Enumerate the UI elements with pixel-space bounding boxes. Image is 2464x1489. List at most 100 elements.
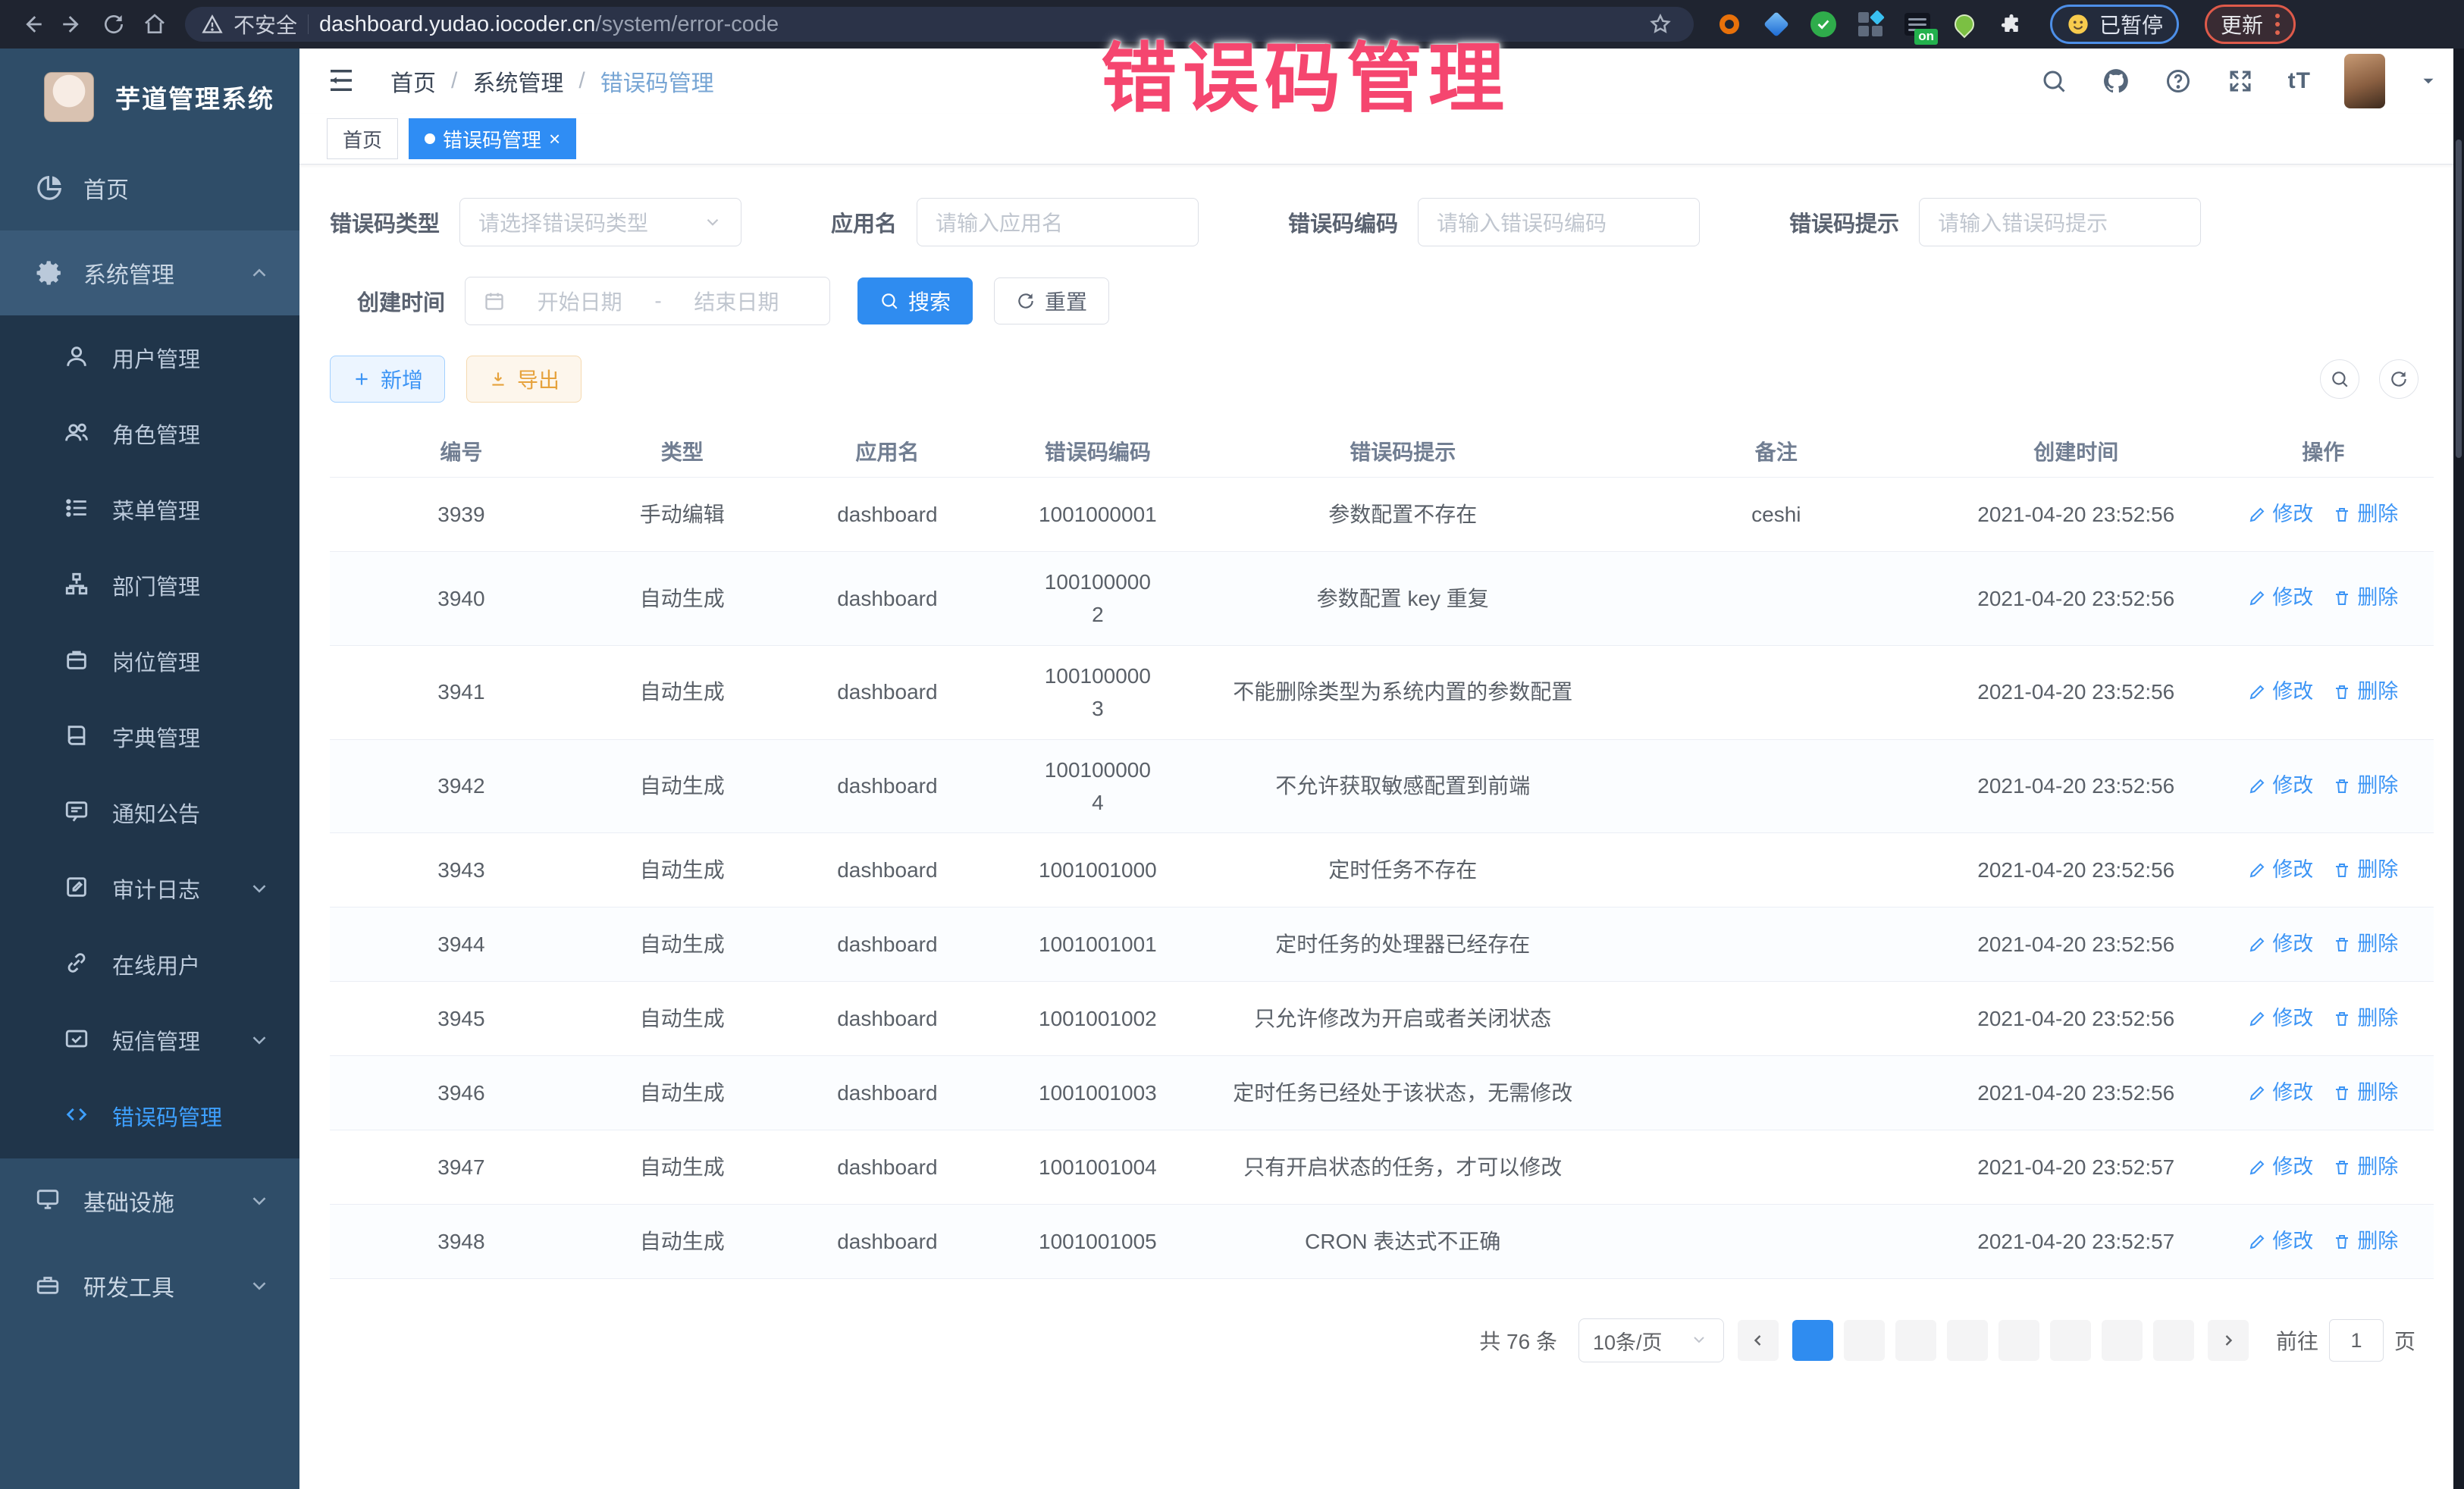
edit-link[interactable]: 修改	[2248, 499, 2313, 531]
sidebar-item-home[interactable]: 首页	[0, 146, 299, 230]
delete-link[interactable]: 删除	[2333, 1003, 2398, 1035]
tag-close-icon[interactable]: ×	[549, 129, 560, 149]
error-type-select[interactable]: 请选择错误码类型	[459, 198, 741, 246]
more-pages-button[interactable]	[2102, 1320, 2143, 1361]
export-button[interactable]: 导出	[466, 356, 582, 403]
page-size-select[interactable]: 10条/页	[1578, 1318, 1724, 1362]
edit-link[interactable]: 修改	[2248, 676, 2313, 708]
app-name-input[interactable]: 请输入应用名	[917, 198, 1199, 246]
table-row[interactable]: 3945 自动生成 dashboard 1001001002 只允许修改为开启或…	[330, 982, 2434, 1056]
delete-link[interactable]: 删除	[2333, 929, 2398, 961]
scrollbar-thumb[interactable]	[2456, 139, 2462, 458]
show-search-button[interactable]	[2320, 359, 2359, 399]
profile-paused-badge[interactable]: 已暂停	[2050, 5, 2179, 44]
tag-error-code[interactable]: 错误码管理 ×	[409, 118, 576, 159]
sidebar-submenu-item[interactable]: 短信管理	[0, 1002, 299, 1078]
goto-page-input[interactable]	[2329, 1319, 2384, 1362]
extension-list-icon[interactable]: on	[1903, 10, 1932, 39]
page-number-button[interactable]	[1895, 1320, 1936, 1361]
window-scrollbar[interactable]	[2453, 49, 2464, 1489]
table-row[interactable]: 3943 自动生成 dashboard 1001001000 定时任务不存在 2…	[330, 833, 2434, 908]
edit-link[interactable]: 修改	[2248, 854, 2313, 886]
sidebar-item[interactable]: 研发工具	[0, 1243, 299, 1328]
table-row[interactable]: 3940 自动生成 dashboard 100100000 2 参数配置 key…	[330, 552, 2434, 646]
refresh-table-button[interactable]	[2379, 359, 2419, 399]
edit-link[interactable]: 修改	[2248, 582, 2313, 614]
sidebar-submenu-item[interactable]: 错误码管理	[0, 1078, 299, 1154]
breadcrumb-system[interactable]: 系统管理	[472, 64, 563, 98]
add-button[interactable]: 新增	[330, 356, 445, 403]
delete-link[interactable]: 删除	[2333, 1152, 2398, 1183]
extension-grid-icon[interactable]	[1856, 10, 1885, 39]
delete-link[interactable]: 删除	[2333, 582, 2398, 614]
create-time-range-picker[interactable]: 开始日期 - 结束日期	[465, 277, 830, 325]
user-avatar[interactable]	[2344, 54, 2385, 108]
page-number-button[interactable]	[1844, 1320, 1885, 1361]
edit-link[interactable]: 修改	[2248, 1077, 2313, 1109]
delete-link[interactable]: 删除	[2333, 1077, 2398, 1109]
goto-suffix: 页	[2394, 1325, 2415, 1356]
page-number-button[interactable]	[1998, 1320, 2039, 1361]
delete-link[interactable]: 删除	[2333, 499, 2398, 531]
error-code-input[interactable]: 请输入错误码编码	[1418, 198, 1700, 246]
table-row[interactable]: 3941 自动生成 dashboard 100100000 3 不能删除类型为系…	[330, 646, 2434, 740]
github-icon[interactable]	[2102, 67, 2130, 96]
table-row[interactable]: 3946 自动生成 dashboard 1001001003 定时任务已经处于该…	[330, 1056, 2434, 1130]
font-size-icon[interactable]: tT	[2288, 68, 2311, 94]
home-icon[interactable]	[138, 8, 171, 41]
page-number-button[interactable]	[2050, 1320, 2091, 1361]
sidebar-submenu-item[interactable]: 菜单管理	[0, 472, 299, 547]
sidebar-item[interactable]: 基础设施	[0, 1158, 299, 1243]
sidebar-submenu-item[interactable]: 通知公告	[0, 775, 299, 851]
prev-page-button[interactable]	[1738, 1320, 1779, 1361]
page-number-button[interactable]	[1792, 1320, 1833, 1361]
sidebar-toggle-icon[interactable]	[325, 64, 359, 98]
edit-link[interactable]: 修改	[2248, 1226, 2313, 1258]
error-hint-input[interactable]: 请输入错误码提示	[1919, 198, 2201, 246]
sidebar-submenu-item[interactable]: 角色管理	[0, 396, 299, 472]
edit-link[interactable]: 修改	[2248, 929, 2313, 961]
sidebar-submenu-item[interactable]: 用户管理	[0, 320, 299, 396]
fullscreen-icon[interactable]	[2226, 67, 2255, 96]
breadcrumb-home[interactable]: 首页	[390, 64, 436, 98]
tag-home[interactable]: 首页	[327, 118, 398, 159]
app-logo[interactable]: 芋道管理系统	[0, 49, 299, 146]
sidebar-submenu-item[interactable]: 在线用户	[0, 926, 299, 1002]
sidebar-submenu-item[interactable]: 部门管理	[0, 547, 299, 623]
extension-green-check-icon[interactable]	[1809, 10, 1838, 39]
extension-orange-ring-icon[interactable]	[1715, 10, 1744, 39]
table-row[interactable]: 3947 自动生成 dashboard 1001001004 只有开启状态的任务…	[330, 1130, 2434, 1205]
reload-icon[interactable]	[97, 8, 130, 41]
extensions-puzzle-icon[interactable]	[1997, 10, 2026, 39]
extension-gem-icon[interactable]	[1762, 10, 1791, 39]
table-row[interactable]: 3939 手动编辑 dashboard 1001000001 参数配置不存在 c…	[330, 478, 2434, 552]
delete-link[interactable]: 删除	[2333, 676, 2398, 708]
page-number-button[interactable]	[2153, 1320, 2194, 1361]
sidebar-submenu-item[interactable]: 字典管理	[0, 699, 299, 775]
edit-link[interactable]: 修改	[2248, 1152, 2313, 1183]
edit-link[interactable]: 修改	[2248, 770, 2313, 802]
caret-down-icon[interactable]	[2419, 71, 2438, 91]
reset-button[interactable]: 重置	[994, 277, 1109, 324]
table-row[interactable]: 3948 自动生成 dashboard 1001001005 CRON 表达式不…	[330, 1205, 2434, 1279]
sidebar-group-system[interactable]: 系统管理	[0, 230, 299, 315]
table-row[interactable]: 3942 自动生成 dashboard 100100000 4 不允许获取敏感配…	[330, 740, 2434, 834]
table-row[interactable]: 3944 自动生成 dashboard 1001001001 定时任务的处理器已…	[330, 908, 2434, 982]
next-page-button[interactable]	[2208, 1320, 2249, 1361]
delete-link[interactable]: 删除	[2333, 770, 2398, 802]
delete-link[interactable]: 删除	[2333, 854, 2398, 886]
back-icon[interactable]	[15, 8, 49, 41]
bookmark-star-icon[interactable]	[1644, 8, 1677, 41]
help-icon[interactable]	[2164, 67, 2193, 96]
page-number-button[interactable]	[1947, 1320, 1988, 1361]
header-search-icon[interactable]	[2039, 67, 2068, 96]
browser-update-button[interactable]: 更新	[2205, 5, 2296, 44]
forward-icon[interactable]	[56, 8, 89, 41]
search-button[interactable]: 搜索	[857, 277, 973, 324]
delete-link[interactable]: 删除	[2333, 1226, 2398, 1258]
sidebar-submenu-item[interactable]: 审计日志	[0, 851, 299, 926]
extension-pin-icon[interactable]	[1950, 10, 1979, 39]
browser-menu-icon[interactable]	[2275, 14, 2280, 35]
edit-link[interactable]: 修改	[2248, 1003, 2313, 1035]
sidebar-submenu-item[interactable]: 岗位管理	[0, 623, 299, 699]
